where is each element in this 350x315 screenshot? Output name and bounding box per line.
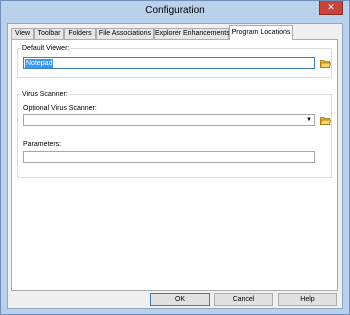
cancel-button[interactable]: Cancel (214, 293, 273, 306)
close-button[interactable]: ✕ (319, 1, 343, 15)
parameters-label: Parameters: (23, 141, 62, 148)
tab-program-locations[interactable]: Program Locations (229, 25, 293, 40)
ok-button[interactable]: OK (150, 293, 210, 306)
configuration-window: Configuration ✕ View Toolbar Folders Fil… (0, 0, 350, 315)
tab-folders[interactable]: Folders (64, 28, 96, 39)
optional-virus-scanner-label: Optional Virus Scanner: (23, 105, 97, 112)
chevron-down-icon[interactable]: ▼ (306, 117, 312, 124)
optional-virus-scanner-select[interactable]: ▼ (23, 114, 315, 126)
virus-scanner-label: Virus Scanner: (21, 91, 69, 98)
tab-file-associations[interactable]: File Associations (96, 28, 154, 39)
default-viewer-label: Default Viewer: (21, 45, 71, 52)
title-bar[interactable]: Configuration ✕ (1, 1, 349, 21)
tab-view[interactable]: View (11, 28, 34, 39)
program-locations-panel: Default Viewer: Notepad Virus Scanner: O… (11, 39, 338, 291)
tab-explorer-enhancements[interactable]: Explorer Enhancements (154, 28, 230, 39)
open-folder-icon[interactable] (320, 116, 331, 125)
default-viewer-value: Notepad (25, 59, 54, 68)
default-viewer-input[interactable]: Notepad (23, 57, 315, 69)
window-title: Configuration (145, 5, 205, 16)
tab-toolbar[interactable]: Toolbar (34, 28, 64, 39)
help-button[interactable]: Help (278, 293, 337, 306)
open-folder-icon[interactable] (320, 59, 331, 68)
parameters-input[interactable] (23, 151, 315, 163)
dialog-body: View Toolbar Folders File Associations E… (7, 23, 343, 309)
